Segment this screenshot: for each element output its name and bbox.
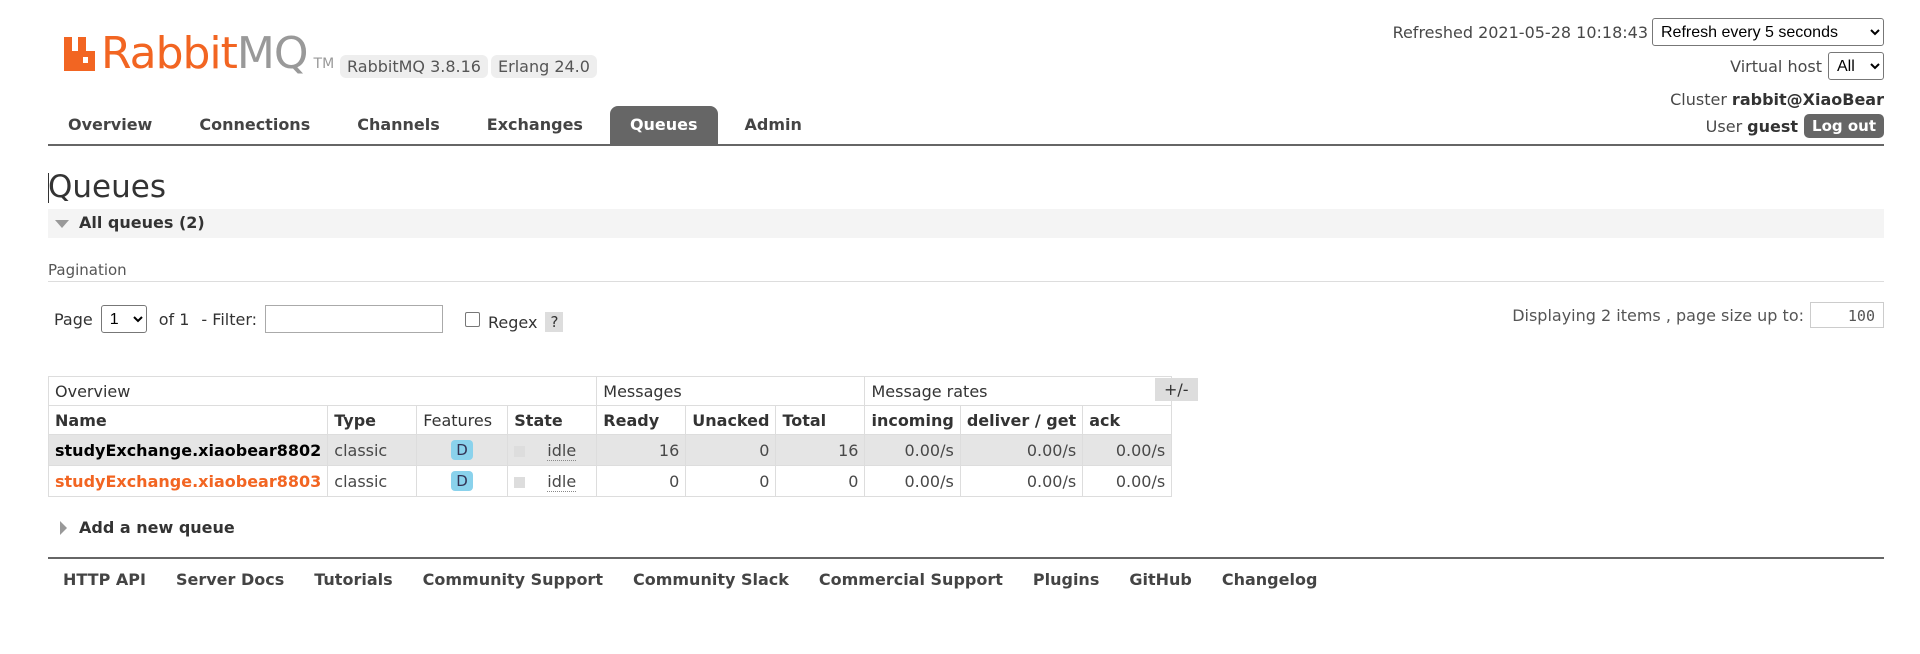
footer-link-commercial-support[interactable]: Commercial Support xyxy=(819,570,1003,589)
unacked-count: 0 xyxy=(685,465,777,497)
state-indicator xyxy=(514,445,526,457)
refresh-interval-select[interactable]: Refresh every 5 seconds xyxy=(1652,18,1884,46)
state-indicator xyxy=(514,476,526,488)
rabbitmq-logo[interactable]: RabbitMQ TM xyxy=(63,30,334,76)
columns-toggle-button[interactable]: +/- xyxy=(1155,378,1198,401)
add-queue-section-toggle[interactable]: Add a new queue xyxy=(48,517,288,539)
pagination-label: Pagination xyxy=(48,261,127,279)
durable-feature-badge: D xyxy=(451,440,473,460)
filter-label: - Filter: xyxy=(201,309,258,329)
triangle-down-icon xyxy=(55,220,69,228)
footer-link-community-support[interactable]: Community Support xyxy=(423,570,603,589)
queue-type: classic xyxy=(327,465,418,497)
col-ack[interactable]: ack xyxy=(1082,405,1173,435)
vhost-select[interactable]: All xyxy=(1828,52,1884,80)
col-state[interactable]: State xyxy=(507,405,598,435)
col-total[interactable]: Total xyxy=(775,405,866,435)
tab-exchanges[interactable]: Exchanges xyxy=(467,106,603,144)
display-count-text: Displaying 2 items , page size up to: xyxy=(1512,305,1804,325)
tab-admin[interactable]: Admin xyxy=(725,106,822,144)
queue-state: idle xyxy=(547,471,577,492)
durable-feature-badge: D xyxy=(451,471,473,491)
col-deliver-get[interactable]: deliver / get xyxy=(959,405,1084,435)
logo-wordmark: RabbitMQ xyxy=(101,32,309,76)
queue-name-link[interactable]: studyExchange.xiaobear8803 xyxy=(55,472,321,491)
queue-state: idle xyxy=(547,440,577,461)
section-title: All queues (2) xyxy=(79,213,205,232)
page-size-input[interactable]: 100 xyxy=(1810,302,1884,328)
logo-rabbit-text: Rabbit xyxy=(101,28,238,79)
tab-queues[interactable]: Queues xyxy=(609,106,718,144)
footer-link-http-api[interactable]: HTTP API xyxy=(63,570,146,589)
incoming-rate: 0.00/s xyxy=(864,434,961,466)
filter-input[interactable] xyxy=(265,305,444,333)
regex-checkbox[interactable] xyxy=(465,311,481,327)
table-row: studyExchange.xiaobear8803 classic D idl… xyxy=(47,465,1173,497)
pagination-divider xyxy=(48,281,1884,282)
cluster-value: rabbit@XiaoBear xyxy=(1731,89,1884,109)
group-header-message-rates: Message rates xyxy=(864,376,1173,406)
unacked-count: 0 xyxy=(685,434,777,466)
total-count: 16 xyxy=(775,434,866,466)
col-ready[interactable]: Ready xyxy=(596,405,687,435)
table-row: studyExchange.xiaobear8802 classic D idl… xyxy=(47,434,1173,466)
deliver-get-rate: 0.00/s xyxy=(959,465,1084,497)
incoming-rate: 0.00/s xyxy=(864,465,961,497)
erlang-version-badge: Erlang 24.0 xyxy=(491,55,597,78)
col-type[interactable]: Type xyxy=(327,405,418,435)
user-value: guest xyxy=(1747,116,1799,136)
col-incoming[interactable]: incoming xyxy=(864,405,961,435)
of-pages-label: of 1 xyxy=(158,309,190,329)
col-features[interactable]: Features xyxy=(416,405,509,435)
footer-link-server-docs[interactable]: Server Docs xyxy=(176,570,284,589)
page-title: Queues xyxy=(48,169,166,205)
user-label: User xyxy=(1705,116,1743,136)
col-name[interactable]: Name xyxy=(47,405,329,435)
tabs-divider xyxy=(48,144,1884,146)
queue-type: classic xyxy=(327,434,418,466)
main-nav-tabs: Overview Connections Channels Exchanges … xyxy=(48,106,829,144)
deliver-get-rate: 0.00/s xyxy=(959,434,1084,466)
group-header-messages: Messages xyxy=(596,376,866,406)
regex-help-button[interactable]: ? xyxy=(545,312,564,332)
footer-link-changelog[interactable]: Changelog xyxy=(1222,570,1318,589)
rabbitmq-version-badge: RabbitMQ 3.8.16 xyxy=(340,55,488,78)
footer-divider xyxy=(48,557,1884,559)
ready-count: 0 xyxy=(596,465,687,497)
refreshed-label: Refreshed 2021-05-28 10:18:43 xyxy=(1392,22,1648,42)
all-queues-section-toggle[interactable]: All queues (2) xyxy=(48,209,1884,238)
rabbitmq-logo-icon xyxy=(64,37,95,71)
add-queue-label: Add a new queue xyxy=(79,518,235,537)
queue-name-link[interactable]: studyExchange.xiaobear8802 xyxy=(55,441,321,460)
footer-link-github[interactable]: GitHub xyxy=(1129,570,1192,589)
group-header-overview: Overview xyxy=(47,376,598,406)
tab-overview[interactable]: Overview xyxy=(48,106,172,144)
ack-rate: 0.00/s xyxy=(1082,434,1173,466)
col-unacked[interactable]: Unacked xyxy=(685,405,777,435)
page-select[interactable]: 1 xyxy=(100,305,147,333)
logo-mq-text: MQ xyxy=(236,28,309,79)
pagination-controls: Page 1 of 1 - Filter: Regex ? xyxy=(54,305,564,333)
ack-rate: 0.00/s xyxy=(1082,465,1173,497)
cluster-label: Cluster xyxy=(1670,89,1727,109)
footer-link-community-slack[interactable]: Community Slack xyxy=(633,570,789,589)
ready-count: 16 xyxy=(596,434,687,466)
logo-tm: TM xyxy=(313,56,335,72)
tab-connections[interactable]: Connections xyxy=(179,106,330,144)
display-info: Displaying 2 items , page size up to: 10… xyxy=(1512,302,1884,328)
top-right-status: Refreshed 2021-05-28 10:18:43 Refresh ev… xyxy=(1393,18,1884,140)
logout-button[interactable]: Log out xyxy=(1804,114,1884,138)
footer-links: HTTP API Server Docs Tutorials Community… xyxy=(63,570,1347,589)
footer-link-tutorials[interactable]: Tutorials xyxy=(314,570,392,589)
tab-channels[interactable]: Channels xyxy=(337,106,460,144)
queues-table: Overview Messages Message rates Name Typ… xyxy=(47,376,1173,497)
page-label: Page xyxy=(54,309,93,329)
regex-label: Regex xyxy=(488,312,538,332)
vhost-label: Virtual host xyxy=(1730,56,1822,76)
triangle-right-icon xyxy=(60,521,67,535)
total-count: 0 xyxy=(775,465,866,497)
footer-link-plugins[interactable]: Plugins xyxy=(1033,570,1099,589)
